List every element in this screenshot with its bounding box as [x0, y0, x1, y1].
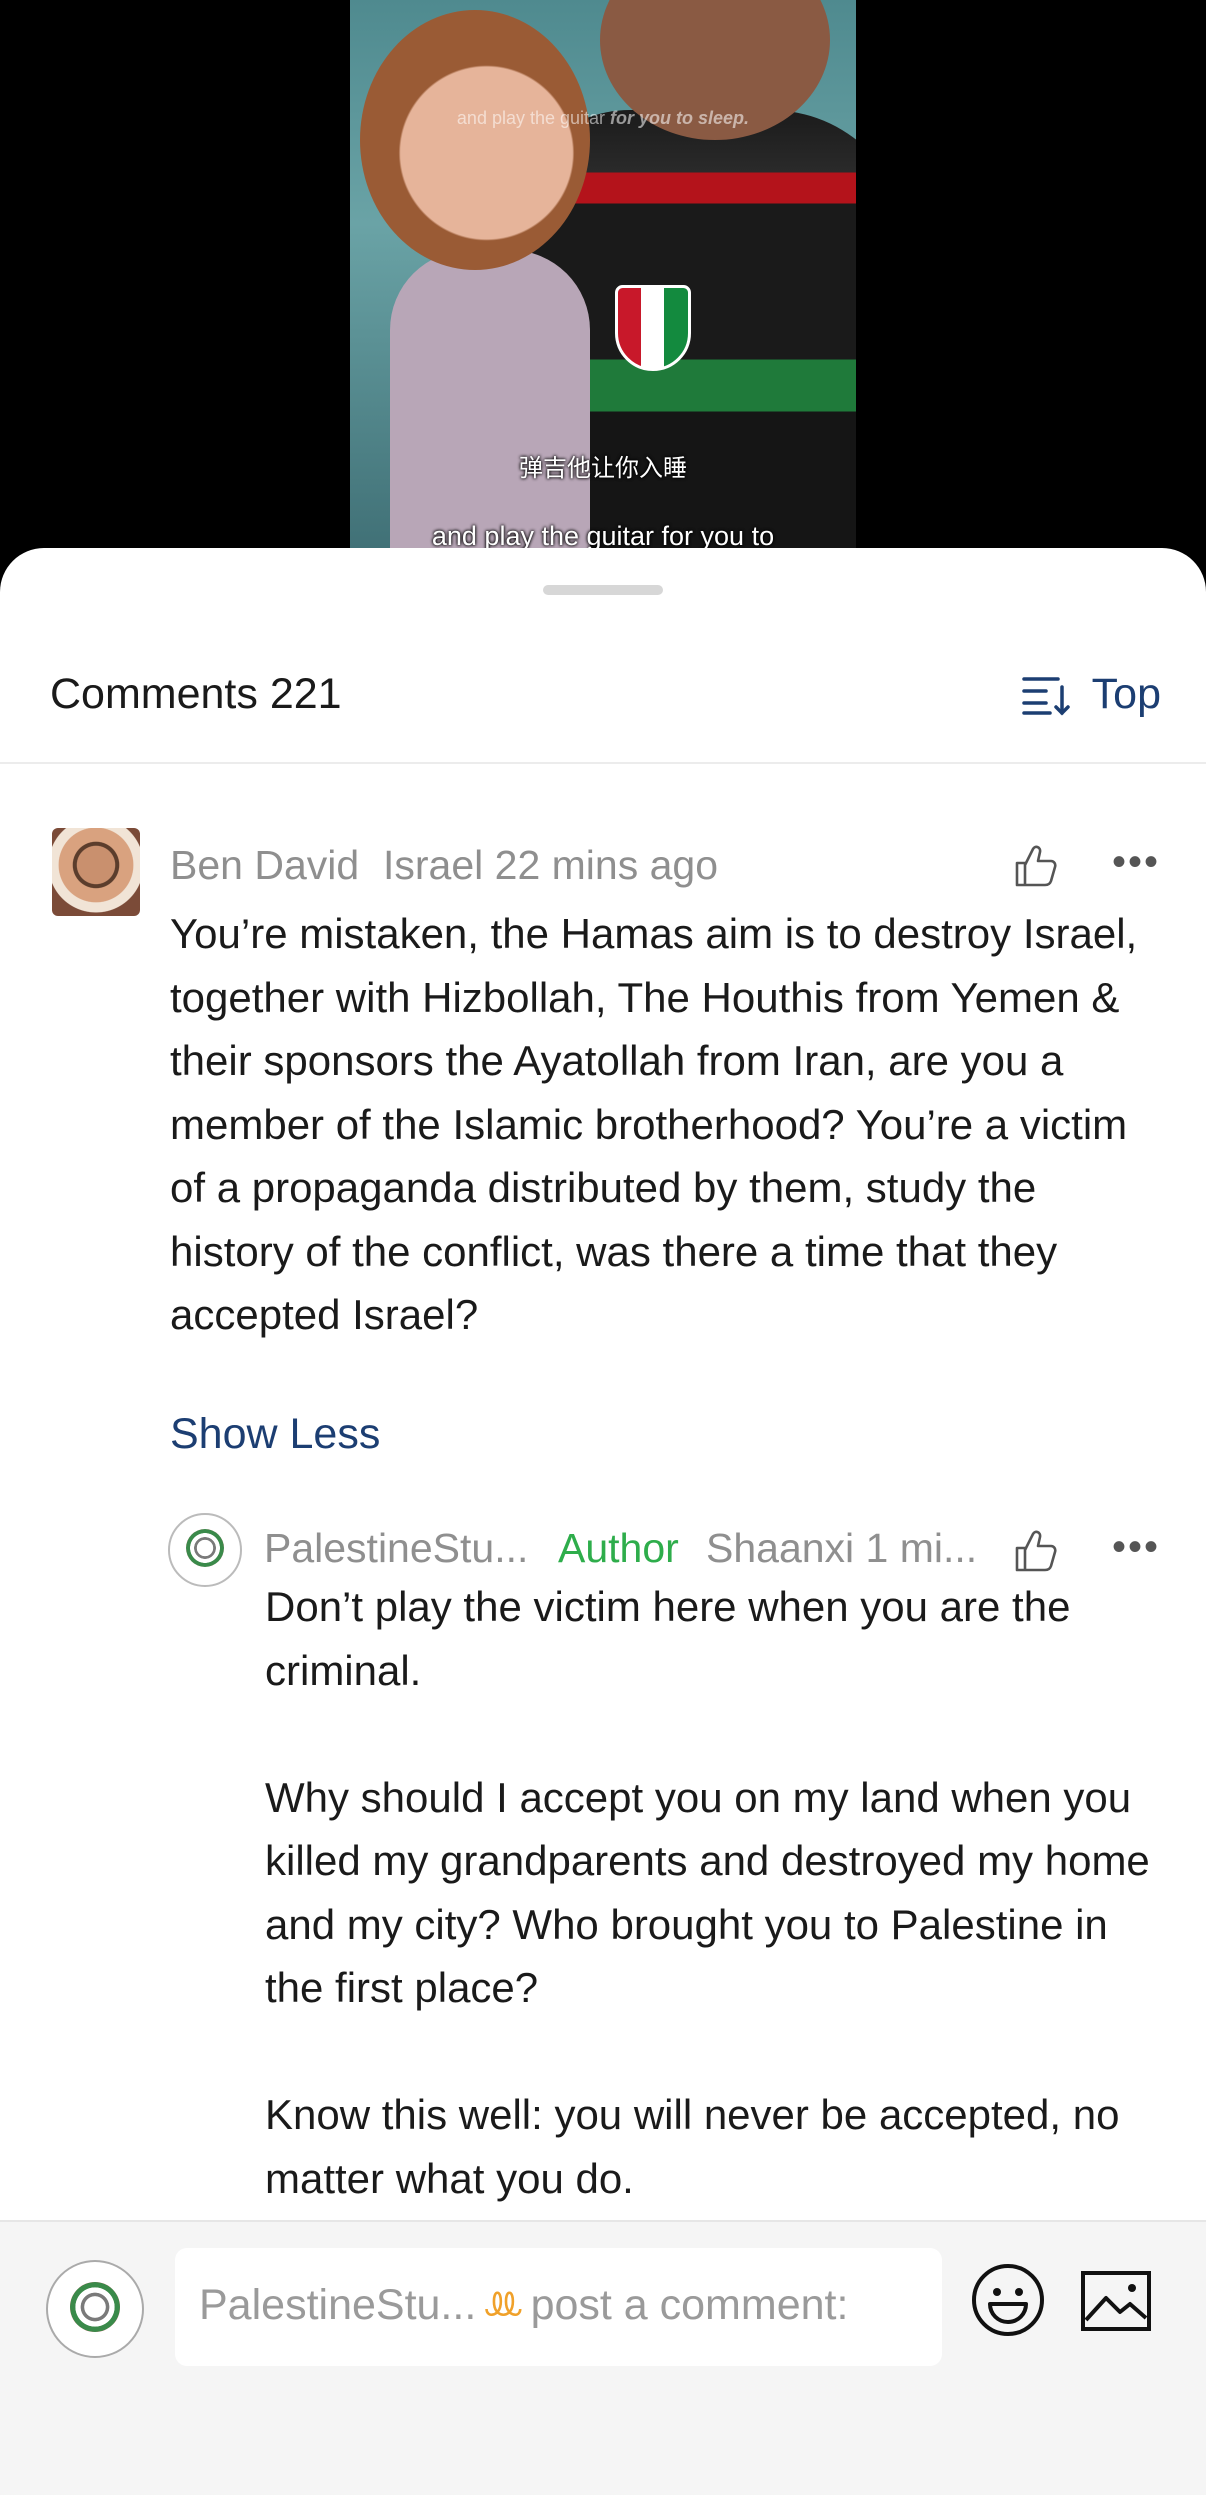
video-child-body [390, 250, 590, 560]
comment-input-placeholder: PalestineStu... ꔛ post a comment: [199, 2281, 848, 2330]
comment-input[interactable]: PalestineStu... ꔛ post a comment: [175, 2248, 942, 2366]
emoji-icon[interactable] [970, 2262, 1046, 2338]
comment-location-time: Israel 22 mins ago [383, 842, 719, 888]
comment-author[interactable]: Ben David [170, 842, 359, 889]
comments-sheet: Comments 221 Top Ben David Israel 22 min… [0, 548, 1206, 2493]
author-badge: Author [558, 1525, 679, 1571]
video-subtitle-chinese: 弹吉他让你入睡 [519, 455, 687, 482]
video-subtitle-faint: and play the guitar for you to sleep. [350, 108, 856, 129]
sheet-drag-handle[interactable] [543, 585, 663, 595]
orange-badge-icon: ꔛ [482, 2281, 525, 2329]
more-dots-icon[interactable]: ••• [1112, 1525, 1160, 1570]
reply-author[interactable]: PalestineStu... [264, 1525, 528, 1572]
thumbs-up-icon[interactable] [1013, 843, 1059, 889]
comment-composer: PalestineStu... ꔛ post a comment: [0, 2220, 1206, 2495]
image-icon[interactable] [1080, 2270, 1152, 2332]
subtitle-faint-italic: for you to sleep. [610, 108, 750, 128]
sort-lines-icon [1021, 676, 1070, 715]
sort-label: Top [1091, 670, 1161, 718]
comments-title: Comments 221 [50, 670, 342, 718]
reply-location-time: Shaanxi 1 mi... [706, 1525, 978, 1571]
video-child-head [360, 10, 590, 270]
video-frame[interactable]: and play the guitar for you to sleep. 弹吉… [350, 0, 856, 560]
avatar[interactable] [168, 1513, 242, 1587]
header-divider [0, 762, 1206, 764]
avatar[interactable] [52, 828, 140, 916]
avatar[interactable] [46, 2260, 144, 2358]
shirt-crest [615, 285, 691, 371]
composer-name: PalestineStu... [199, 2281, 477, 2329]
thumbs-up-icon[interactable] [1013, 1528, 1059, 1574]
show-less-link[interactable]: Show Less [170, 1410, 380, 1459]
subtitle-faint-plain: and play the guitar [456, 108, 611, 128]
more-dots-icon[interactable]: ••• [1112, 840, 1160, 885]
comment-text: You’re mistaken, the Hamas aim is to des… [170, 910, 1138, 1338]
reply-text: Don’t play the victim here when you are … [265, 1575, 1175, 2210]
reply-paragraph: Know this well: you will never be accept… [265, 2091, 1120, 2202]
composer-placeholder: post a comment: [530, 2281, 849, 2329]
comments-header: Comments 221 Top [0, 648, 1206, 762]
video-player[interactable]: and play the guitar for you to sleep. 弹吉… [0, 0, 1206, 580]
sort-button[interactable]: Top [1020, 670, 1161, 719]
reply-paragraph: Don’t play the victim here when you are … [265, 1583, 1071, 1694]
reply-paragraph: Why should I accept you on my land when … [265, 1773, 1150, 2012]
